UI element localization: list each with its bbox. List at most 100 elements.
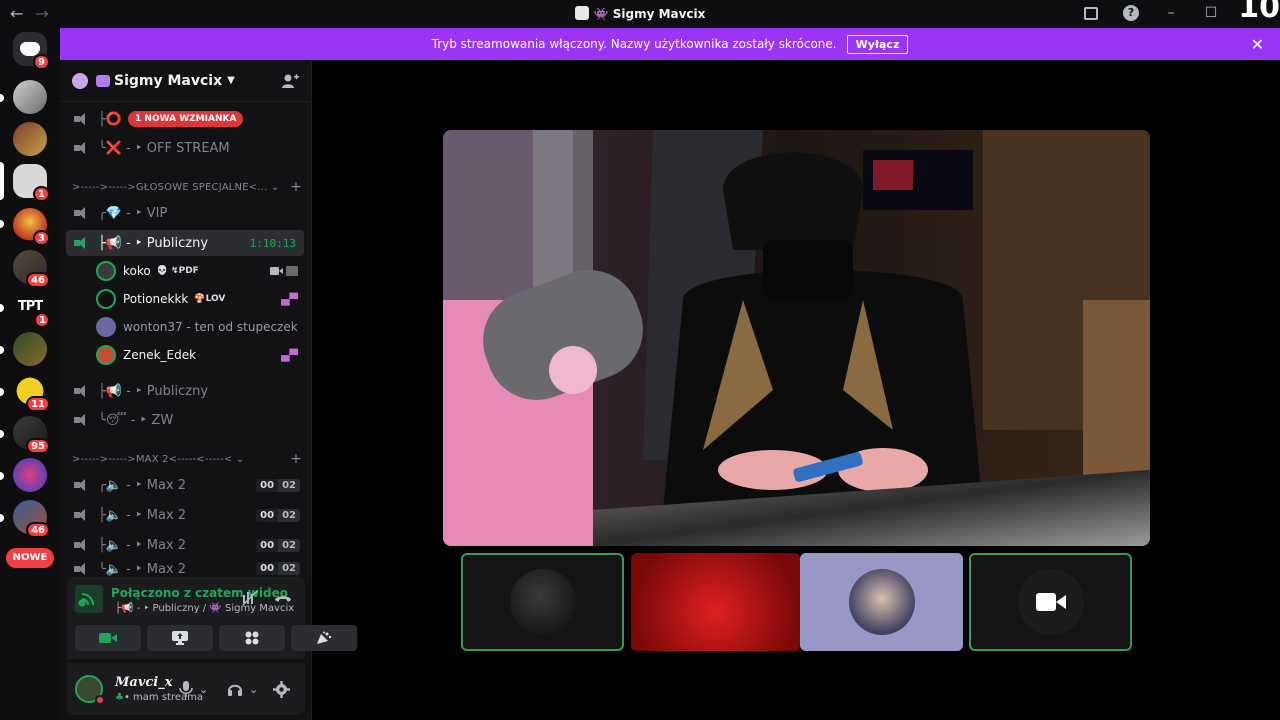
chevron-down-icon[interactable]: ⌄	[199, 683, 208, 696]
channel-prefix: ├📢 - ‣	[98, 235, 143, 251]
video-icon	[270, 266, 298, 276]
speaker-icon	[74, 141, 90, 155]
channel-name: Max 2	[146, 477, 187, 493]
server-icon-4[interactable]: 3	[13, 208, 50, 246]
unread-pill	[0, 388, 4, 396]
participant-tile[interactable]	[800, 553, 963, 651]
voice-user[interactable]: wonton37 - ten od stupeczek	[96, 314, 302, 340]
settings-button[interactable]	[273, 679, 290, 699]
user-tag: 💀 ↯PDF	[156, 266, 199, 276]
server-icon-zakon[interactable]	[13, 458, 47, 492]
call-timer: 1:10:13	[249, 236, 296, 250]
user-limit: 00 02	[256, 508, 300, 522]
participant-tile[interactable]	[631, 553, 800, 651]
focused-video-stream[interactable]	[443, 130, 1150, 546]
minimize-icon[interactable]: –	[1162, 4, 1180, 22]
chevron-down-icon: ⌄	[235, 454, 245, 465]
channel-name: OFF STREAM	[146, 140, 230, 156]
add-channel-icon[interactable]: +	[290, 179, 302, 195]
voice-channel[interactable]: ╰🔈 - ‣ Max 2 00 02	[66, 562, 304, 576]
current-user-name[interactable]: Mavci_x	[115, 675, 172, 690]
server-icon-7[interactable]: 95	[13, 416, 50, 454]
add-user-icon[interactable]	[281, 72, 299, 90]
activity-icon: ▄▀	[281, 348, 298, 362]
soundboard-button[interactable]	[291, 625, 357, 651]
channel-name: Max 2	[146, 537, 187, 553]
category-title: >----->----->GŁOSOWE SPECJALNE<...	[72, 182, 268, 193]
server-icon-6[interactable]	[13, 332, 47, 366]
channel-prefix: ╭🔈 - ‣	[98, 477, 143, 493]
speaker-icon	[74, 478, 90, 492]
voice-actions	[75, 625, 357, 651]
voice-user[interactable]: Zenek_Edek ▄▀	[96, 342, 302, 368]
maximize-icon[interactable]: ☐	[1202, 4, 1220, 22]
speaker-icon	[74, 413, 90, 427]
home-button[interactable]: 9	[13, 32, 50, 70]
channel-prefix: ╰🔈 - ‣	[98, 562, 143, 576]
server-icon-cheese[interactable]: 11	[13, 374, 50, 412]
server-icon-3[interactable]: 1	[13, 164, 50, 202]
connection-signal-icon[interactable]	[75, 585, 103, 613]
add-channel-icon[interactable]: +	[290, 451, 302, 467]
channel-name: Max 2	[146, 507, 187, 523]
status-emoji-icon: ♣	[115, 692, 124, 703]
mute-button[interactable]: ⌄	[179, 679, 208, 699]
unread-pill	[0, 94, 4, 102]
new-unreads-badge[interactable]: NOWE	[6, 548, 54, 568]
gear-icon	[273, 680, 290, 698]
participant-tile[interactable]	[969, 553, 1132, 651]
server-icon-8[interactable]: 46	[13, 500, 50, 538]
video-camera-icon	[1035, 593, 1066, 611]
voice-channel[interactable]: ├⭕ 1 NOWA WZMIANKA	[66, 106, 304, 132]
voice-channel[interactable]: ╭💎 - ‣ VIP	[66, 200, 304, 226]
server-icon-5[interactable]: 46	[13, 250, 50, 288]
speaker-icon	[74, 236, 90, 250]
camera-button[interactable]	[75, 625, 141, 651]
voice-channel-active[interactable]: ├📢 - ‣ Publiczny 1:10:13	[66, 230, 304, 256]
help-icon[interactable]: ?	[1122, 4, 1140, 22]
voice-user[interactable]: Potionekkk 🍄LOV ▄▀	[96, 286, 302, 312]
voice-channel[interactable]: ╰😴 - ‣ ZW	[66, 407, 304, 433]
close-banner-icon[interactable]: ✕	[1251, 35, 1264, 54]
channel-name: Publiczny	[146, 235, 209, 251]
voice-channel[interactable]: ├🔈 - ‣ Max 2 00 02	[66, 502, 304, 528]
noise-suppression-icon[interactable]	[241, 589, 261, 607]
disable-streamer-mode-button[interactable]: Wyłącz	[846, 34, 909, 54]
server-icon-2[interactable]	[13, 122, 47, 156]
server-badge: 1	[33, 186, 50, 202]
channel-name: Max 2	[146, 562, 187, 576]
server-icon-1[interactable]	[13, 80, 47, 114]
avatar	[96, 289, 116, 309]
voice-channel[interactable]: ├📢 - ‣ Publiczny	[66, 378, 304, 404]
category-header[interactable]: >----->----->GŁOSOWE SPECJALNE<... ⌄ +	[72, 179, 302, 195]
server-icon-tpt[interactable]: TPT 1	[13, 290, 50, 328]
speaker-icon	[74, 562, 90, 576]
disconnect-icon[interactable]	[273, 589, 293, 607]
chevron-down-icon: ⌄	[270, 182, 280, 193]
activities-icon	[245, 631, 259, 645]
camera-feed	[443, 130, 1150, 546]
deafen-button[interactable]: ⌄	[227, 679, 258, 699]
connection-channel[interactable]: ├📢 - ‣ Publiczny / 👾 Sigmy Mavcix	[115, 603, 294, 614]
participant-tile[interactable]	[461, 553, 624, 651]
mention-badge[interactable]: 1 NOWA WZMIANKA	[128, 111, 244, 127]
participant-avatar	[1017, 569, 1084, 635]
overlay-number: 10	[1238, 0, 1280, 25]
voice-channel[interactable]: ├🔈 - ‣ Max 2 00 02	[66, 532, 304, 558]
voice-channel[interactable]: ╰❌ - ‣ OFF STREAM	[66, 135, 304, 161]
speaker-icon	[74, 538, 90, 552]
server-emoji-icon	[96, 74, 110, 87]
activities-button[interactable]	[219, 625, 285, 651]
voice-channel[interactable]: ╭🔈 - ‣ Max 2 00 02	[66, 472, 304, 498]
screen-share-button[interactable]	[147, 625, 213, 651]
chevron-down-icon[interactable]: ⌄	[249, 683, 258, 696]
avatar	[96, 261, 116, 281]
voice-user[interactable]: koko 💀 ↯PDF	[96, 258, 302, 284]
server-header[interactable]: Sigmy Mavcix ▼	[60, 60, 311, 102]
screen-share-icon	[172, 631, 188, 645]
selected-pill	[0, 162, 4, 200]
server-icon	[574, 6, 589, 20]
inbox-icon[interactable]	[1082, 4, 1100, 22]
connection-status[interactable]: Połączono z czatem wideo	[111, 586, 288, 600]
category-header[interactable]: >----->----->MAX 2<-----<-----< ⌄ +	[72, 451, 302, 467]
